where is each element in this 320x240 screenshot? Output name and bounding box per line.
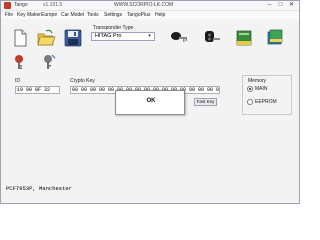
memory-main-radio[interactable] — [247, 86, 253, 92]
menu-tangoplus[interactable]: TangoPlus — [127, 11, 150, 19]
dialog-ok-text[interactable]: OK — [116, 98, 186, 104]
key-write-icon[interactable] — [41, 53, 57, 71]
menu-bar: File Key Maker Europe Car Model Tools Se… — [1, 11, 299, 19]
car-key-icon[interactable] — [169, 28, 189, 48]
menu-tools[interactable]: Tools — [87, 11, 99, 19]
menu-key-maker[interactable]: Key Maker — [17, 11, 41, 19]
app-version: v1.101.5 — [43, 2, 63, 8]
status-text: PCF7953P, Manchester — [6, 185, 73, 192]
menu-help[interactable]: Help — [155, 11, 165, 19]
website-label: WWW.SCORPIO-LK.COM — [114, 2, 174, 8]
save-disk-icon[interactable] — [63, 28, 83, 48]
id-field[interactable]: 19 90 8F 32 — [15, 86, 60, 94]
transponder-type-label: Transponder Type — [93, 25, 134, 31]
memory-eeprom-label: EEPROM — [255, 99, 277, 105]
book-stack-icon[interactable] — [265, 28, 285, 48]
fast-key-button[interactable]: Fast Key — [194, 98, 217, 106]
memory-eeprom-radio[interactable] — [247, 99, 253, 105]
app-window: Tango v1.101.5 WWW.SCORPIO-LK.COM – □ ✕ … — [0, 0, 300, 204]
transponder-type-select[interactable]: HITAG Pro ▾ — [91, 32, 155, 41]
minimize-button[interactable]: – — [265, 1, 274, 10]
menu-car-model[interactable]: Car Model — [61, 11, 84, 19]
app-title: Tango — [14, 2, 28, 8]
chevron-down-icon: ▾ — [148, 33, 151, 39]
memory-label: Memory — [247, 78, 268, 84]
new-document-icon[interactable] — [10, 28, 30, 48]
app-icon — [4, 2, 11, 9]
transponder-type-value: HITAG Pro — [95, 33, 122, 39]
remote-key-icon[interactable] — [202, 28, 222, 48]
memory-main-label: MAIN — [255, 86, 268, 92]
menu-file[interactable]: File — [5, 11, 13, 19]
book-icon[interactable] — [234, 28, 254, 48]
menu-europe[interactable]: Europe — [41, 11, 57, 19]
ok-dialog[interactable]: OK — [115, 90, 185, 115]
crypto-key-label: Crypto Key — [70, 78, 95, 84]
maximize-button[interactable]: □ — [276, 1, 285, 10]
key-read-icon[interactable] — [12, 53, 28, 71]
menu-settings[interactable]: Settings — [104, 11, 122, 19]
id-label: ID — [15, 78, 20, 84]
open-folder-icon[interactable] — [36, 28, 56, 48]
close-button[interactable]: ✕ — [287, 1, 296, 10]
title-bar: Tango v1.101.5 WWW.SCORPIO-LK.COM – □ ✕ — [1, 1, 299, 11]
